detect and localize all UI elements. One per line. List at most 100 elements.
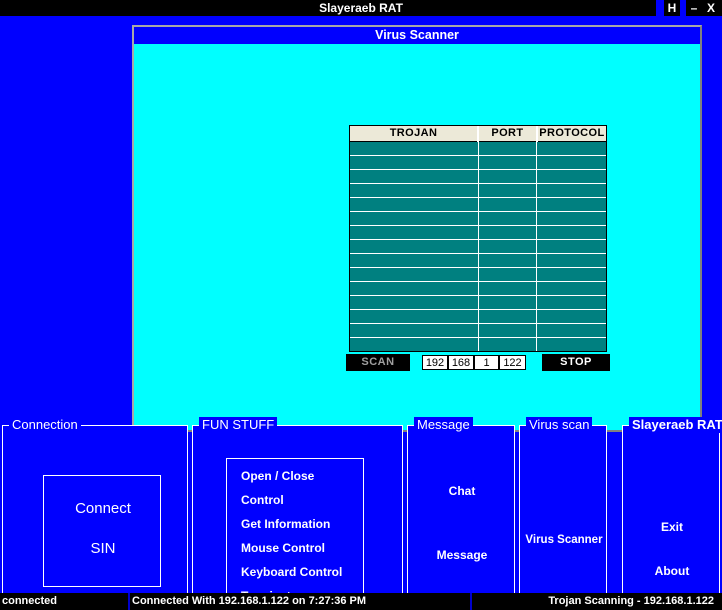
table-cell [478, 337, 537, 351]
ip-octet-2-input[interactable]: 168 [448, 355, 474, 370]
title-bar-tab-marker-left [656, 0, 664, 16]
table-row[interactable] [350, 253, 606, 267]
table-cell [537, 323, 606, 337]
table-cell [537, 225, 606, 239]
fun-stuff-group-legend: FUN STUFF [199, 417, 277, 433]
table-cell [478, 323, 537, 337]
table-cell [350, 323, 478, 337]
slayeraeb-rat-group: Slayeraeb RAT Exit About [622, 425, 720, 608]
table-cell [478, 267, 537, 281]
table-row[interactable] [350, 337, 606, 351]
scan-button[interactable]: SCAN [346, 354, 410, 371]
menu-item-get-information[interactable]: Get Information [241, 517, 330, 531]
message-group: Message Chat Message [407, 425, 515, 608]
table-cell [537, 281, 606, 295]
sin-button[interactable]: SIN [44, 540, 162, 557]
menu-item-control[interactable]: Control [241, 493, 284, 507]
status-bar: connected Connected With 192.168.1.122 o… [0, 593, 722, 610]
table-cell [537, 169, 606, 183]
table-cell [537, 211, 606, 225]
ip-octet-4-input[interactable]: 122 [499, 355, 526, 370]
table-cell [350, 253, 478, 267]
table-cell [537, 309, 606, 323]
exit-button[interactable]: Exit [623, 520, 721, 534]
table-cell [350, 309, 478, 323]
table-row[interactable] [350, 169, 606, 183]
table-row[interactable] [350, 183, 606, 197]
application-window: Slayeraeb RAT H – X Virus Scanner TROJAN… [0, 0, 722, 610]
table-cell [350, 281, 478, 295]
table-row[interactable] [350, 239, 606, 253]
table-cell [350, 239, 478, 253]
connection-group-legend: Connection [9, 417, 81, 433]
stop-button[interactable]: STOP [542, 354, 610, 371]
connect-button[interactable]: Connect [44, 500, 162, 517]
table-cell [350, 197, 478, 211]
fun-stuff-menu: Open / Close Control Get Information Mou… [226, 458, 364, 610]
title-bar: Slayeraeb RAT H – X [0, 0, 722, 16]
about-button[interactable]: About [623, 564, 721, 578]
table-cell [537, 295, 606, 309]
connection-panel: Connect SIN [43, 475, 161, 587]
table-cell [537, 155, 606, 169]
table-row[interactable] [350, 211, 606, 225]
application-title: Slayeraeb RAT [0, 0, 722, 16]
table-cell [478, 281, 537, 295]
menu-item-mouse-control[interactable]: Mouse Control [241, 541, 325, 555]
table-row[interactable] [350, 295, 606, 309]
close-button[interactable]: X [702, 0, 720, 16]
table-cell [350, 295, 478, 309]
help-button[interactable]: H [664, 0, 680, 16]
table-row[interactable] [350, 323, 606, 337]
table-cell [537, 253, 606, 267]
virus-scanner-title-bar[interactable]: Virus Scanner [134, 27, 700, 44]
table-cell [478, 225, 537, 239]
virus-scan-group: Virus scan Virus Scanner [519, 425, 607, 608]
table-row[interactable] [350, 267, 606, 281]
table-cell [478, 197, 537, 211]
slayeraeb-rat-group-legend: Slayeraeb RAT [629, 417, 722, 433]
status-divider-1 [128, 593, 130, 610]
minimize-button[interactable]: – [686, 0, 702, 16]
trojan-results-table[interactable]: TROJAN PORT PROTOCOL [349, 125, 607, 352]
table-row[interactable] [350, 309, 606, 323]
virus-scanner-button[interactable]: Virus Scanner [520, 534, 608, 546]
table-cell [350, 141, 478, 155]
table-row[interactable] [350, 141, 606, 155]
table-row[interactable] [350, 155, 606, 169]
status-divider-2 [470, 593, 472, 610]
table-row[interactable] [350, 197, 606, 211]
virus-scanner-window: Virus Scanner TROJAN PORT PROTOCOL [132, 25, 702, 432]
table-cell [478, 155, 537, 169]
fun-stuff-group: FUN STUFF Open / Close Control Get Infor… [192, 425, 403, 608]
table-cell [478, 211, 537, 225]
table-cell [478, 309, 537, 323]
message-button[interactable]: Message [408, 548, 516, 562]
table-cell [350, 169, 478, 183]
table-cell [478, 141, 537, 155]
table-cell [350, 267, 478, 281]
table-cell [350, 155, 478, 169]
ip-octet-3-input[interactable]: 1 [474, 355, 499, 370]
table-body [350, 141, 606, 351]
table-cell [478, 295, 537, 309]
table-row[interactable] [350, 281, 606, 295]
column-header-port: PORT [478, 126, 537, 141]
virus-scan-group-legend: Virus scan [526, 417, 592, 433]
table-cell [350, 183, 478, 197]
ip-octet-1-input[interactable]: 192 [422, 355, 448, 370]
status-connection-state: connected [2, 593, 126, 610]
menu-item-keyboard-control[interactable]: Keyboard Control [241, 565, 342, 579]
table-cell [537, 141, 606, 155]
mdi-client-area: Virus Scanner TROJAN PORT PROTOCOL [0, 16, 722, 610]
connection-group: Connection Connect SIN [2, 425, 188, 608]
table-header-row: TROJAN PORT PROTOCOL [350, 126, 606, 141]
table-cell [537, 267, 606, 281]
column-header-protocol: PROTOCOL [537, 126, 606, 141]
table-cell [350, 225, 478, 239]
table-row[interactable] [350, 225, 606, 239]
chat-button[interactable]: Chat [408, 484, 516, 498]
table-cell [537, 183, 606, 197]
menu-item-open-close[interactable]: Open / Close [241, 469, 314, 483]
column-header-trojan: TROJAN [350, 126, 478, 141]
